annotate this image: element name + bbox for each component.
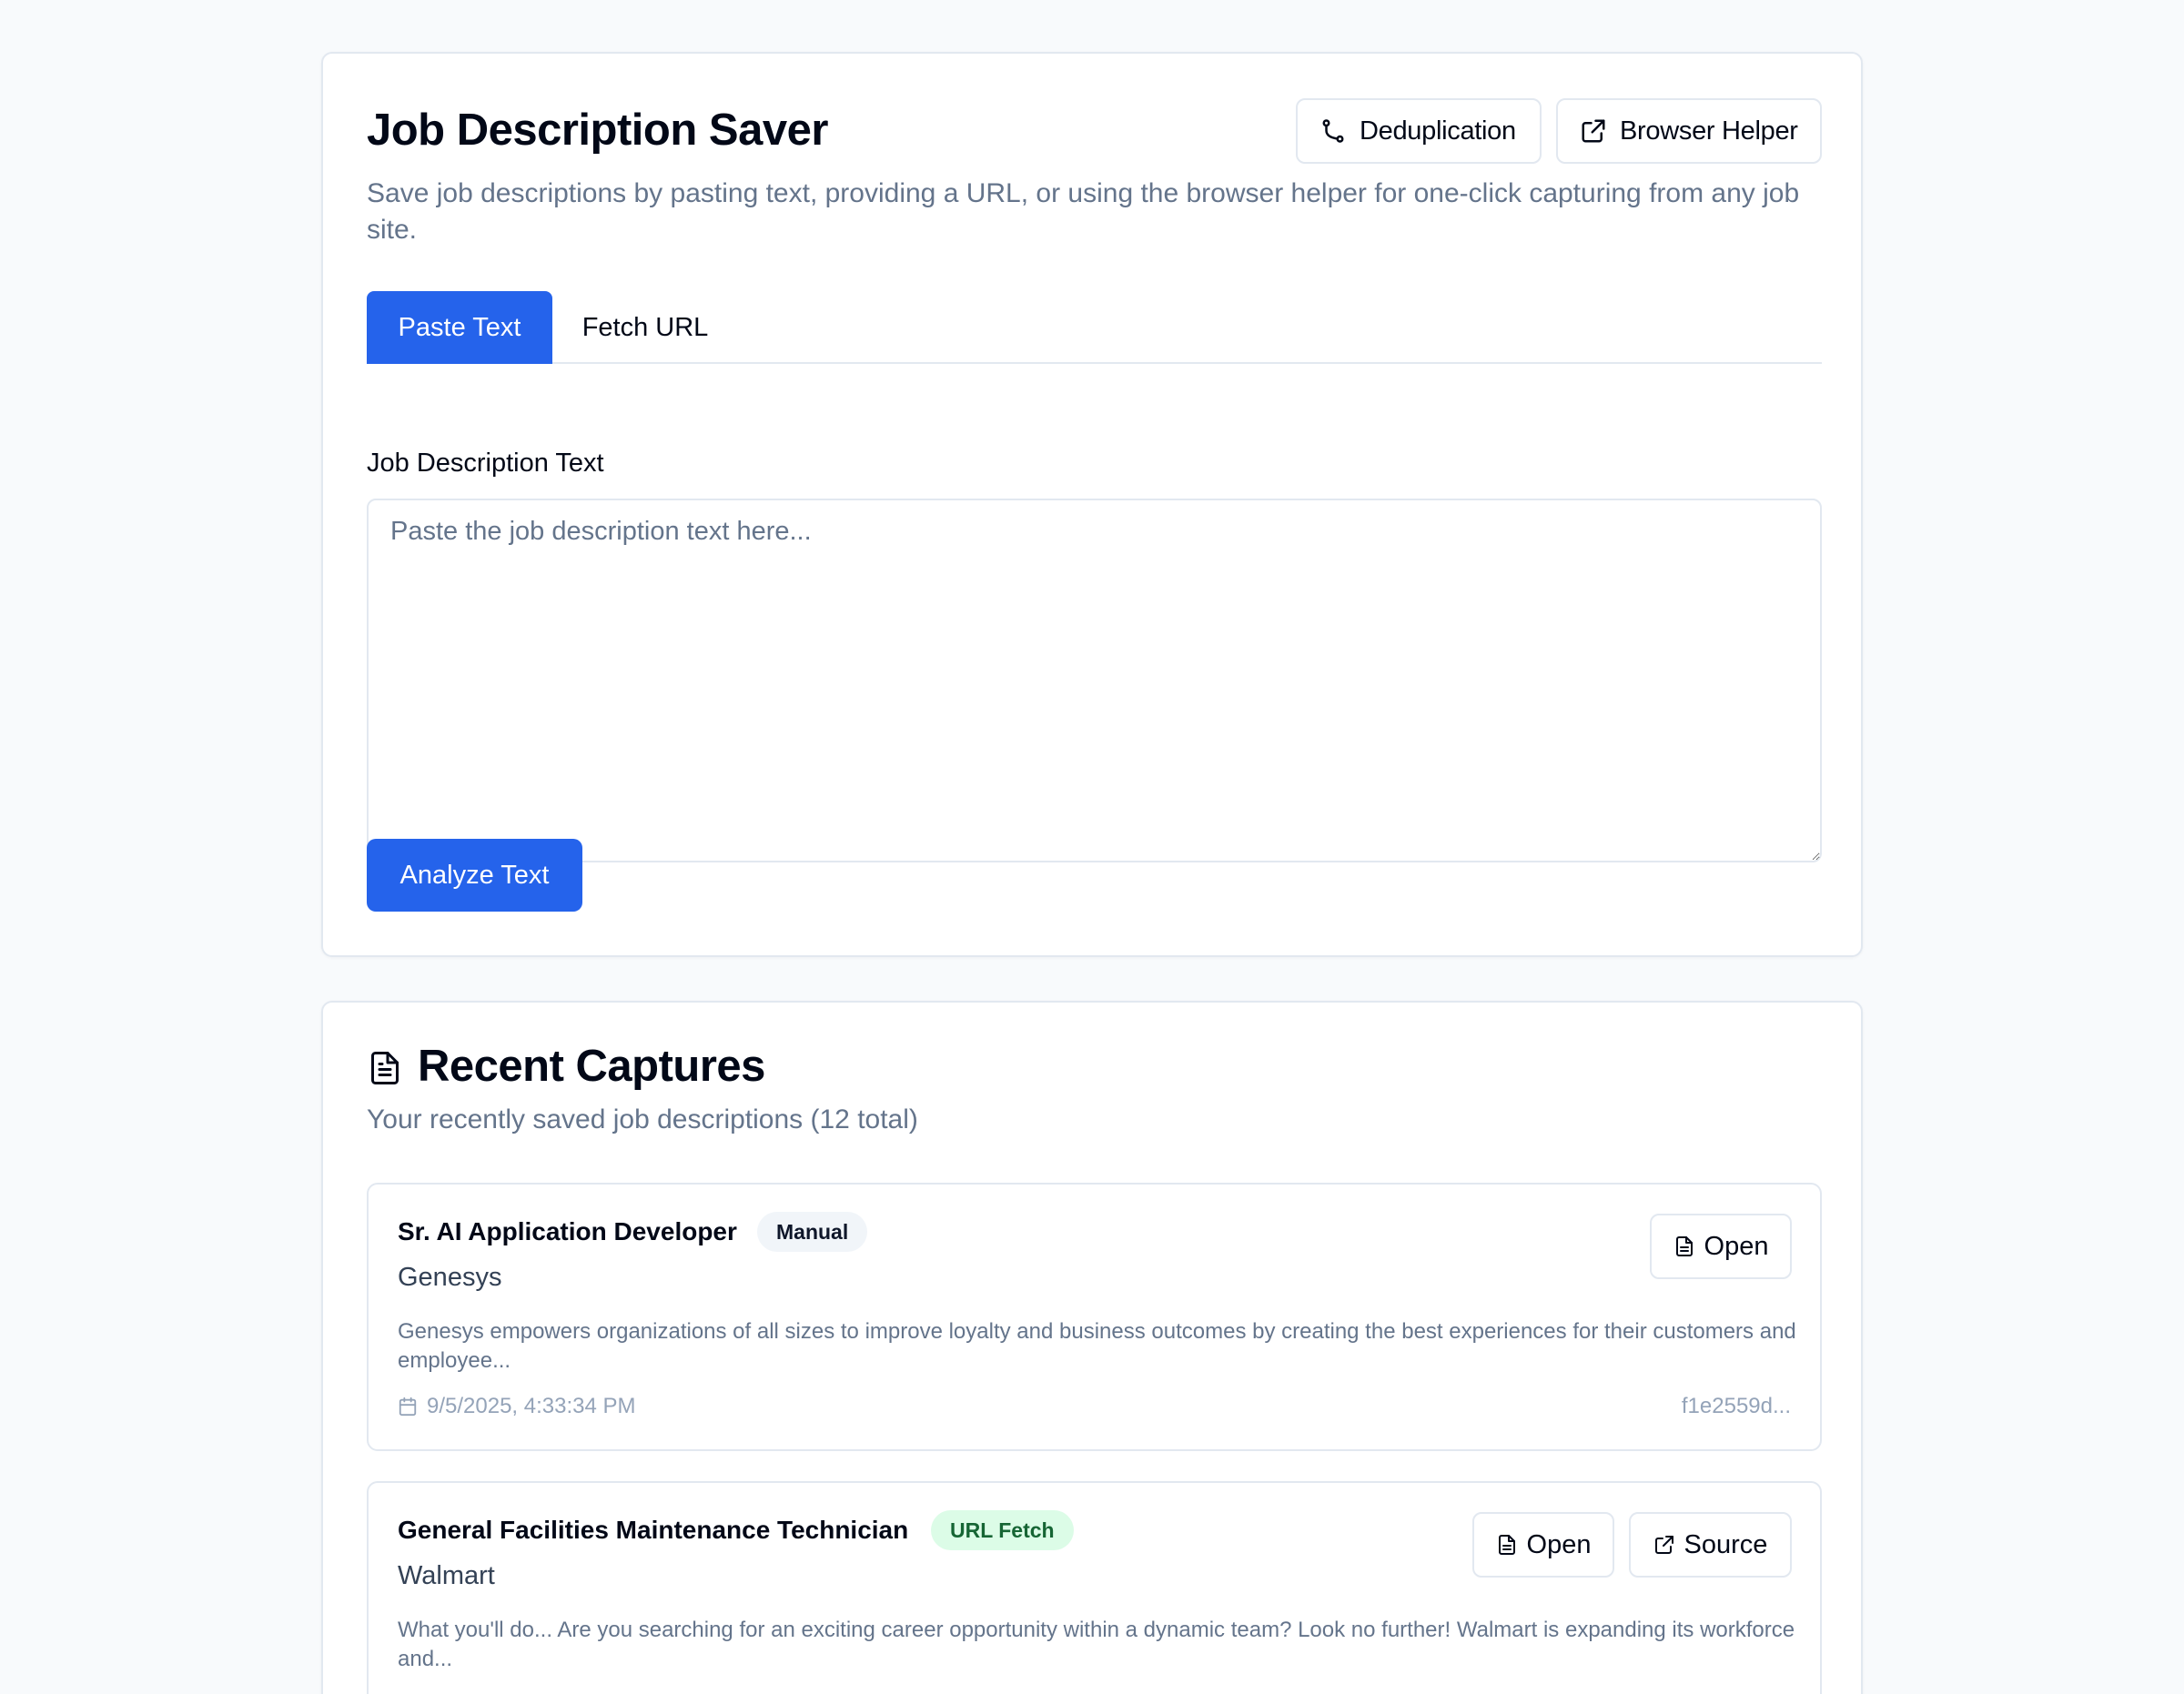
open-button[interactable]: Open: [1472, 1512, 1614, 1578]
open-label: Open: [1526, 1529, 1592, 1559]
page-title: Job Description Saver: [367, 106, 828, 155]
page-subtitle: Save job descriptions by pasting text, p…: [367, 178, 1800, 245]
capture-item: General Facilities Maintenance Technicia…: [367, 1481, 1822, 1694]
browser-helper-button[interactable]: Browser Helper: [1556, 98, 1822, 164]
capture-id: f1e2559d...: [1681, 1394, 1791, 1418]
page: Job Description Saver Deduplication Brow…: [0, 0, 2184, 1694]
input-mode-tabs: Paste Text Fetch URL: [367, 291, 1822, 364]
capture-company: Walmart: [398, 1561, 495, 1590]
capture-description: Genesys empowers organizations of all si…: [398, 1319, 1796, 1373]
deduplication-button[interactable]: Deduplication: [1296, 98, 1542, 164]
external-link-icon: [1654, 1536, 1673, 1554]
recent-captures-title: Recent Captures: [418, 1042, 765, 1091]
source-badge: URL Fetch: [931, 1510, 1074, 1550]
file-icon: [1498, 1535, 1515, 1555]
job-description-label: Job Description Text: [367, 449, 604, 478]
capture-title: General Facilities Maintenance Technicia…: [398, 1516, 909, 1544]
source-button[interactable]: Source: [1629, 1512, 1792, 1578]
open-label: Open: [1704, 1231, 1769, 1261]
recent-captures-card: Recent Captures Your recently saved job …: [321, 1001, 1863, 1694]
git-branch-icon: [1322, 119, 1344, 143]
recent-captures-subtitle: Your recently saved job descriptions (12…: [367, 1104, 918, 1134]
file-icon: [1675, 1236, 1693, 1256]
browser-helper-label: Browser Helper: [1620, 116, 1798, 146]
deduplication-label: Deduplication: [1360, 116, 1516, 146]
tab-fetch-url[interactable]: Fetch URL: [552, 291, 738, 364]
external-link-icon: [1582, 119, 1605, 143]
capture-description: What you'll do... Are you searching for …: [398, 1618, 1795, 1671]
calendar-icon: [399, 1397, 417, 1417]
capture-item: Sr. AI Application Developer Manual Gene…: [367, 1183, 1822, 1451]
file-text-icon: [371, 1052, 399, 1084]
open-button[interactable]: Open: [1650, 1214, 1792, 1279]
tab-paste-text[interactable]: Paste Text: [367, 291, 552, 364]
capture-date: 9/5/2025, 4:33:34 PM: [398, 1394, 636, 1419]
capture-company: Genesys: [398, 1263, 502, 1292]
capture-date-text: 9/5/2025, 4:33:34 PM: [427, 1394, 636, 1418]
job-description-textarea[interactable]: [367, 499, 1822, 862]
source-label: Source: [1684, 1529, 1768, 1559]
capture-card: Job Description Saver Deduplication Brow…: [321, 52, 1863, 957]
capture-title: Sr. AI Application Developer: [398, 1217, 737, 1245]
source-badge: Manual: [757, 1212, 868, 1252]
analyze-text-button[interactable]: Analyze Text: [367, 839, 582, 912]
